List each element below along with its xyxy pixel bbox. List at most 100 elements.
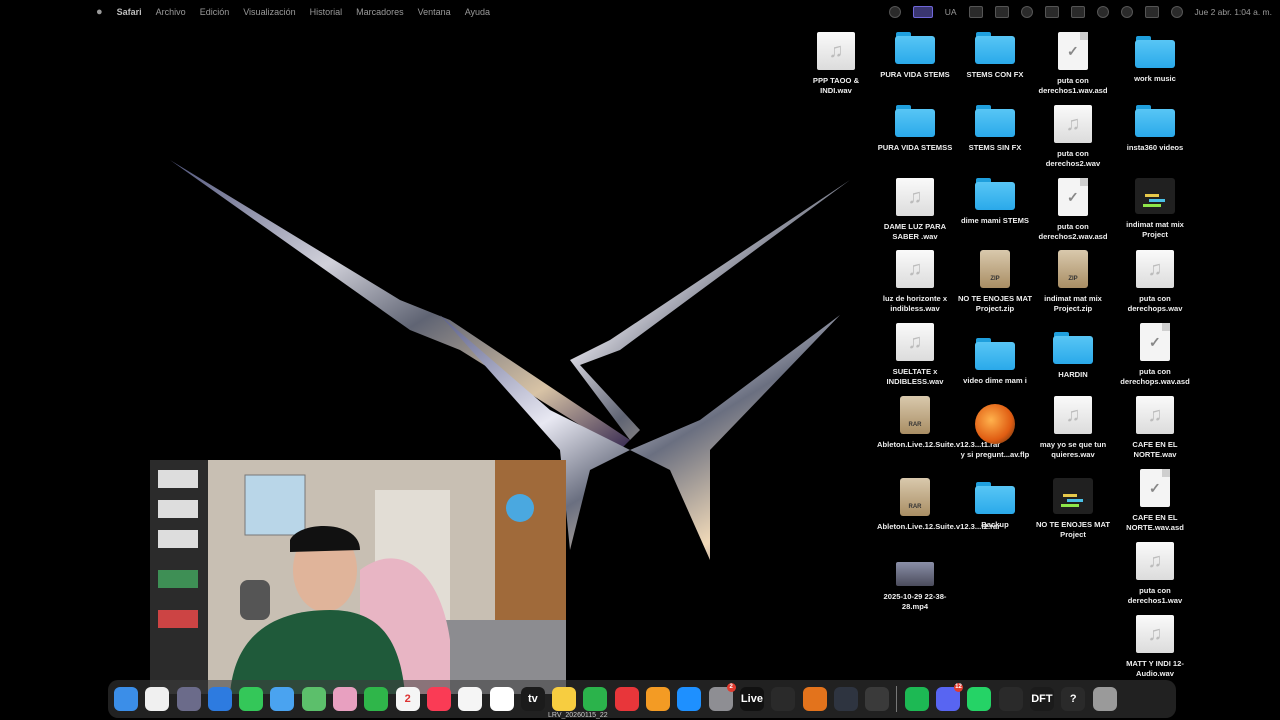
monitor-icon[interactable] xyxy=(994,6,1009,18)
system-settings-icon[interactable]: 2 xyxy=(708,683,736,711)
apple-tv-icon[interactable]: tv xyxy=(520,687,545,711)
dock-running-label: LRV_20260115_22 xyxy=(548,712,608,719)
menu-historial[interactable]: Historial xyxy=(310,7,343,17)
desktop-item[interactable]: puta con derechops.wav.asd xyxy=(1117,323,1193,387)
record-icon[interactable] xyxy=(1020,6,1033,18)
numbers-icon[interactable] xyxy=(583,687,608,711)
spotlight-search-icon[interactable] xyxy=(1120,6,1133,18)
desktop-item[interactable]: ♫ may yo se que tun quieres.wav xyxy=(1035,396,1111,460)
desktop-item[interactable]: puta con derechos2.wav.asd xyxy=(1035,178,1111,242)
speed-icon[interactable] xyxy=(865,687,890,711)
recording-status-icon[interactable] xyxy=(888,6,901,18)
menu-marcadores[interactable]: Marcadores xyxy=(356,7,404,17)
desktop-item[interactable]: STEMS CON FX xyxy=(957,32,1033,80)
activity-monitor-icon[interactable] xyxy=(998,687,1023,711)
desktop-item[interactable]: PURA VIDA STEMSS xyxy=(877,105,953,153)
desktop-item[interactable]: work music xyxy=(1117,36,1193,84)
help-icon[interactable]: ? xyxy=(1061,687,1086,711)
desktop-item-label: puta con derechos1.wav xyxy=(1127,586,1183,605)
desktop-item[interactable]: ZIP indimat mat mix Project.zip xyxy=(1035,250,1111,314)
desktop-item[interactable]: puta con derechos1.wav.asd xyxy=(1035,32,1111,96)
desktop-item[interactable]: ♫ puta con derechos1.wav xyxy=(1117,542,1193,606)
desktop-item[interactable]: y si pregunt...av.flp xyxy=(957,404,1033,460)
trash-icon[interactable] xyxy=(1092,687,1117,711)
desktop-item-label: video dime mam i xyxy=(963,376,1027,385)
notes-yellow-icon[interactable] xyxy=(552,687,577,711)
music-icon[interactable] xyxy=(426,687,451,711)
unity-hub-icon[interactable] xyxy=(771,687,796,711)
screen-share-icon[interactable] xyxy=(912,6,933,18)
desktop-item[interactable]: ♫ luz de horizonte x indibless.wav xyxy=(877,250,953,314)
launchpad-icon[interactable] xyxy=(176,687,201,711)
audio-interface-icon[interactable] xyxy=(968,6,983,18)
messages-icon[interactable] xyxy=(239,687,264,711)
desktop-item[interactable]: dime mami STEMS xyxy=(957,178,1033,226)
input-source-label[interactable]: UA xyxy=(945,7,957,17)
desktop-item[interactable]: NO TE ENOJES MAT Project xyxy=(1035,478,1111,540)
menu-clock[interactable]: Jue 2 abr. 1:04 a. m. xyxy=(1195,7,1273,17)
desktop-item[interactable]: CAFE EN EL NORTE.wav.asd xyxy=(1117,469,1193,533)
desktop-item[interactable]: RAR Ableton.Live.12.Suite.v12.3...t2.rar xyxy=(877,478,1000,532)
mixer-icon[interactable] xyxy=(833,687,858,711)
desktop-item[interactable]: ♫ PPP TAOO & INDI.wav xyxy=(798,32,874,96)
document-icon xyxy=(1140,469,1170,507)
ableton-live-icon[interactable]: Live xyxy=(739,687,764,711)
desktop-item[interactable]: video dime mam i xyxy=(957,338,1033,386)
fl-studio-icon[interactable] xyxy=(802,687,827,711)
pages-icon[interactable] xyxy=(646,687,671,711)
desktop-item[interactable]: indimat mat mix Project xyxy=(1117,178,1193,240)
whatsapp-icon[interactable] xyxy=(967,687,992,711)
keynote-icon[interactable] xyxy=(614,687,639,711)
siri-icon[interactable] xyxy=(1170,6,1183,18)
discord-icon[interactable]: 12 xyxy=(936,683,964,711)
desktop-item[interactable]: ZIP NO TE ENOJES MAT Project.zip xyxy=(957,250,1033,314)
desktop-item[interactable]: PURA VIDA STEMS xyxy=(877,32,953,80)
notification-icon[interactable] xyxy=(1044,6,1059,18)
desktop-item[interactable]: ♫ SUELTATE x INDIBLESS.wav xyxy=(877,323,953,387)
safari-icon[interactable] xyxy=(207,687,232,711)
desktop-item[interactable]: HARDIN xyxy=(1035,332,1111,380)
audio-file-icon: ♫ xyxy=(1136,615,1174,653)
menu-archivo[interactable]: Archivo xyxy=(156,7,186,17)
ableton-project-icon xyxy=(1135,178,1175,214)
spotify-icon[interactable] xyxy=(904,687,929,711)
audio-file-icon: ♫ xyxy=(896,323,934,361)
maps-icon[interactable] xyxy=(301,687,326,711)
desktop-item[interactable]: ♫ MATT Y INDI 12-Audio.wav xyxy=(1117,615,1193,679)
calendar-icon[interactable]: 2 xyxy=(395,687,420,711)
freeform-icon[interactable] xyxy=(489,687,514,711)
wifi-icon[interactable] xyxy=(1096,6,1109,18)
desktop-item[interactable]: ♫ puta con derechos2.wav xyxy=(1035,105,1111,169)
menu-visualizacion[interactable]: Visualización xyxy=(243,7,295,17)
notes-icon[interactable] xyxy=(145,687,170,711)
desktop-item[interactable]: ♫ CAFE EN EL NORTE.wav xyxy=(1117,396,1193,460)
desktop-item[interactable]: Backup xyxy=(957,482,1033,530)
battery-icon[interactable] xyxy=(1070,6,1085,18)
menu-ayuda[interactable]: Ayuda xyxy=(465,7,490,17)
app-store-icon[interactable] xyxy=(677,687,702,711)
desktop-item[interactable]: ♫ puta con derechops.wav xyxy=(1117,250,1193,314)
menu-app-name[interactable]: Safari xyxy=(117,7,142,17)
facetime-icon[interactable] xyxy=(364,687,389,711)
menu-edicion[interactable]: Edición xyxy=(200,7,230,17)
mail-icon[interactable] xyxy=(270,687,295,711)
photos-icon[interactable] xyxy=(333,687,358,711)
desktop-item-label: STEMS CON FX xyxy=(966,70,1024,79)
menu-ventana[interactable]: Ventana xyxy=(418,7,451,17)
dft-app-icon[interactable]: DFT xyxy=(1029,687,1054,711)
document-icon xyxy=(1140,323,1170,361)
desktop-item[interactable]: STEMS SIN FX xyxy=(957,105,1033,153)
finder-icon[interactable] xyxy=(114,687,138,711)
control-center-icon[interactable] xyxy=(1144,6,1159,18)
desktop-item[interactable]: 2025-10-29 22-38-28.mp4 xyxy=(877,562,953,612)
reminders-icon[interactable] xyxy=(458,687,483,711)
dock-separator xyxy=(896,686,898,712)
desktop-item[interactable]: ♫ DAME LUZ PARA SABER .wav xyxy=(877,178,953,242)
desktop-item-label: 2025-10-29 22-38-28.mp4 xyxy=(883,592,947,611)
desktop-item-label: y si pregunt...av.flp xyxy=(960,450,1030,459)
folder-icon xyxy=(975,105,1015,137)
desktop-item[interactable]: insta360 videos xyxy=(1117,105,1193,153)
apple-menu-icon[interactable]: ● xyxy=(96,6,103,18)
desktop-item[interactable]: RAR Ableton.Live.12.Suite.v12.3...t1.rar xyxy=(877,396,1000,450)
desktop-item-label: SUELTATE x INDIBLESS.wav xyxy=(886,367,944,386)
